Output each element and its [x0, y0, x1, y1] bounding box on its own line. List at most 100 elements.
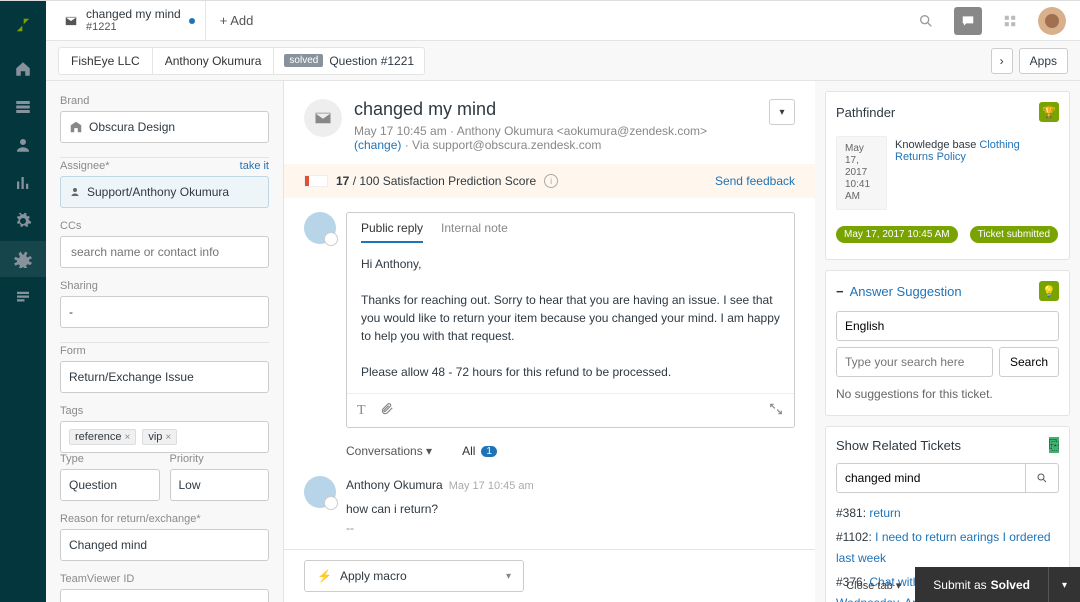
tag-chip: vip×: [142, 429, 177, 445]
info-icon[interactable]: i: [544, 174, 558, 188]
label-teamviewer: TeamViewer ID: [60, 573, 269, 585]
reply-textarea[interactable]: Hi Anthony, Thanks for reaching out. Sor…: [347, 243, 794, 393]
add-label: Add: [230, 13, 253, 28]
nav-home[interactable]: [0, 51, 46, 87]
label-ccs: CCs: [60, 220, 269, 232]
related-id: #1102:: [836, 530, 875, 544]
submit-dropdown[interactable]: ▾: [1048, 567, 1080, 602]
field-tags[interactable]: reference× vip×: [60, 421, 269, 453]
logo-icon: [9, 11, 37, 39]
tab-title: changed my mind: [86, 8, 181, 21]
sharing-value: -: [69, 305, 73, 319]
ticket-tab[interactable]: changed my mind #1221: [54, 1, 206, 41]
reply-toolbar: T: [347, 393, 794, 427]
bolt-icon: ⚡: [317, 569, 332, 583]
crumb-ticket-label: Question #1221: [329, 54, 414, 68]
label-sharing: Sharing: [60, 280, 269, 292]
answer-search-button[interactable]: Search: [999, 347, 1059, 377]
field-reason[interactable]: Changed mind: [60, 529, 269, 561]
related-link[interactable]: return: [869, 506, 900, 520]
field-ccs[interactable]: [60, 236, 269, 268]
apply-macro-dropdown[interactable]: ⚡ Apply macro ▾: [304, 560, 524, 592]
related-search-button[interactable]: [1026, 463, 1059, 493]
tag-remove-icon[interactable]: ×: [165, 432, 171, 443]
change-requester-link[interactable]: (change): [354, 138, 401, 152]
message-time: May 17 10:45 am: [449, 480, 534, 492]
field-sharing[interactable]: -: [60, 296, 269, 328]
answer-title[interactable]: Answer Suggestion: [836, 284, 962, 299]
tab-public-reply[interactable]: Public reply: [361, 221, 423, 243]
add-tab-button[interactable]: + Add: [206, 13, 268, 28]
field-form[interactable]: Return/Exchange Issue: [60, 361, 269, 393]
nav-views[interactable]: [0, 89, 46, 125]
person-icon: [69, 186, 81, 198]
field-assignee[interactable]: Support/Anthony Okumura: [60, 176, 269, 208]
message: Anthony OkumuraMay 17 10:45 am how can i…: [284, 466, 815, 548]
tag-remove-icon[interactable]: ×: [124, 432, 130, 443]
field-priority[interactable]: Low: [170, 469, 270, 501]
tag-chip: reference×: [69, 429, 136, 445]
nav-app-1[interactable]: [0, 241, 46, 277]
apps-button[interactable]: Apps: [1019, 48, 1068, 74]
nav-admin[interactable]: [0, 203, 46, 239]
answer-search-input[interactable]: [836, 347, 993, 377]
label-form: Form: [60, 345, 269, 357]
answer-suggestion-panel: Answer Suggestion💡 Search No suggestions…: [825, 270, 1070, 416]
search-icon[interactable]: [912, 7, 940, 35]
reason-value: Changed mind: [69, 538, 147, 552]
label-type: Type: [60, 453, 160, 465]
attachment-icon[interactable]: [380, 402, 394, 419]
timeline-pill: Ticket submitted: [970, 226, 1058, 243]
expand-icon[interactable]: [768, 402, 784, 419]
take-it-link[interactable]: take it: [240, 160, 269, 172]
message-author: Anthony Okumura: [346, 478, 443, 492]
type-value: Question: [69, 478, 117, 492]
brand-icon: [69, 120, 83, 134]
ccs-input[interactable]: [69, 244, 260, 260]
conversations-all[interactable]: All1: [462, 444, 497, 458]
ticket-header: changed my mind May 17 10:45 am · Anthon…: [284, 81, 815, 164]
crumb-ticket[interactable]: solved Question #1221: [273, 47, 425, 75]
field-brand[interactable]: Obscura Design: [60, 111, 269, 143]
ticket-menu-button[interactable]: ▾: [769, 99, 795, 125]
trophy-icon: 🏆: [1039, 102, 1059, 122]
crumb-org[interactable]: FishEye LLC: [58, 47, 152, 75]
nav-reports[interactable]: [0, 165, 46, 201]
nav-app-2[interactable]: [0, 279, 46, 315]
macro-label: Apply macro: [340, 569, 407, 583]
nav-customers[interactable]: [0, 127, 46, 163]
ticket-meta: May 17 10:45 am · Anthony Okumura <aokum…: [354, 124, 757, 152]
apps-grid-icon[interactable]: [996, 7, 1024, 35]
field-teamviewer[interactable]: [60, 589, 269, 602]
tab-id: #1221: [86, 21, 181, 33]
conversations-dropdown[interactable]: Conversations ▾: [346, 444, 432, 458]
chat-icon[interactable]: [954, 7, 982, 35]
related-search-input[interactable]: [836, 463, 1026, 493]
user-avatar[interactable]: [1038, 7, 1066, 35]
tab-internal-note[interactable]: Internal note: [441, 221, 508, 243]
requester-avatar: [304, 476, 336, 508]
answer-language[interactable]: [836, 311, 1059, 341]
timeline-date: May 17, 2017 10:41 AM: [836, 136, 887, 210]
ticket-title: changed my mind: [354, 99, 757, 120]
close-tab-button[interactable]: Close tab ▾: [832, 579, 915, 592]
pathfinder-panel: Pathfinder🏆 May 17, 2017 10:41 AM Knowle…: [825, 91, 1070, 260]
crumb-person[interactable]: Anthony Okumura: [152, 47, 274, 75]
reply-editor: Public reply Internal note Hi Anthony, T…: [346, 212, 795, 428]
related-id: #381:: [836, 506, 869, 520]
conversation-filter: Conversations ▾ All1: [284, 432, 815, 466]
agent-avatar: [304, 212, 336, 244]
related-row: #381: return: [836, 503, 1059, 523]
field-type[interactable]: Question: [60, 469, 160, 501]
next-ticket-button[interactable]: ›: [991, 48, 1013, 74]
teamviewer-input[interactable]: [69, 597, 260, 602]
text-format-icon[interactable]: T: [357, 403, 366, 419]
send-feedback-link[interactable]: Send feedback: [715, 174, 795, 188]
primary-nav: [0, 1, 46, 602]
form-value: Return/Exchange Issue: [69, 370, 194, 384]
mail-icon: [64, 14, 78, 28]
satisfaction-bar: 17 / 100 Satisfaction Prediction Score i…: [284, 164, 815, 198]
label-reason: Reason for return/exchange*: [60, 513, 269, 525]
submit-button[interactable]: Submit as Solved: [915, 567, 1048, 602]
assignee-value: Support/Anthony Okumura: [87, 185, 229, 199]
